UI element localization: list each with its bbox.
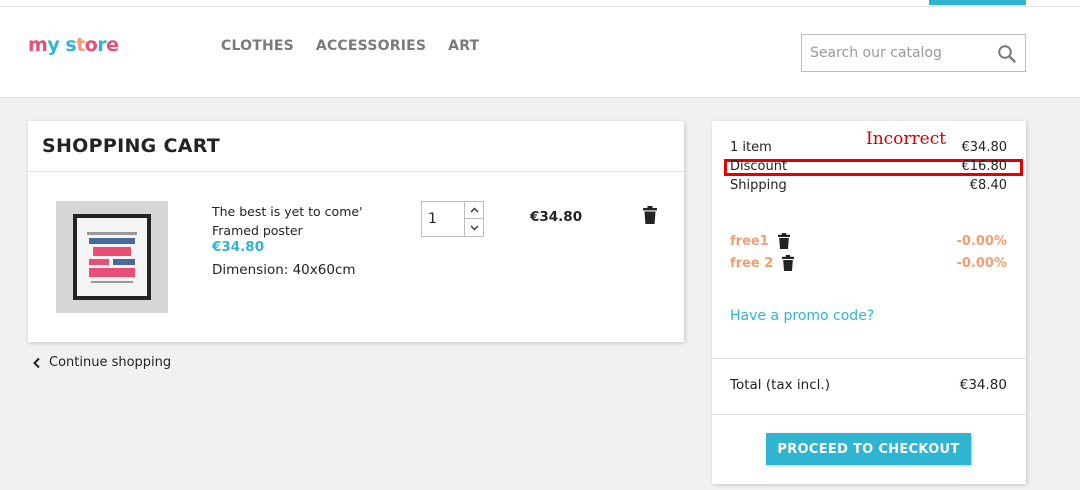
trash-icon[interactable]	[781, 255, 795, 271]
cart-title: SHOPPING CART	[42, 135, 221, 157]
trash-icon[interactable]	[777, 233, 791, 249]
shopping-cart-panel: SHOPPING CART The best is yet to come' F…	[28, 121, 684, 342]
divider	[712, 358, 1026, 359]
summary-discount-label: Discount	[730, 159, 788, 174]
header-accent-bar	[929, 0, 1026, 5]
proceed-to-checkout-button[interactable]: PROCEED TO CHECKOUT	[766, 433, 971, 465]
poster-thumbnail-icon	[73, 214, 151, 300]
nav-item-accessories[interactable]: ACCESSORIES	[316, 38, 426, 54]
promo-code-link[interactable]: Have a promo code?	[730, 308, 874, 324]
product-unit-price: €34.80	[212, 239, 265, 255]
voucher-value: -0.00%	[956, 233, 1008, 249]
summary-items-row: 1 item €34.80	[730, 140, 1007, 155]
header-topline	[0, 6, 1080, 7]
site-header: my store CLOTHES ACCESSORIES ART	[0, 0, 1080, 98]
summary-total-label: Total (tax incl.)	[730, 377, 830, 393]
summary-items-label: 1 item	[730, 140, 772, 155]
quantity-increase-button[interactable]	[464, 202, 484, 219]
product-image[interactable]	[56, 201, 168, 313]
continue-shopping-link[interactable]: Continue shopping	[32, 355, 171, 370]
nav-item-clothes[interactable]: CLOTHES	[221, 38, 294, 54]
search-box	[801, 34, 1026, 72]
summary-shipping-label: Shipping	[730, 178, 787, 193]
product-name[interactable]: The best is yet to come' Framed poster	[212, 202, 402, 240]
chevron-down-icon	[470, 225, 479, 230]
store-logo[interactable]: my store	[28, 34, 119, 56]
line-total: €34.80	[530, 209, 583, 225]
cart-summary-panel: Incorrect 1 item €34.80 Discount €16.80 …	[712, 121, 1026, 484]
continue-shopping-label: Continue shopping	[49, 355, 172, 370]
main-nav: CLOTHES ACCESSORIES ART	[221, 38, 501, 54]
summary-total-row: Total (tax incl.) €34.80	[730, 377, 1007, 393]
nav-item-art[interactable]: ART	[448, 38, 479, 54]
summary-shipping-value: €8.40	[969, 178, 1007, 193]
divider	[28, 171, 684, 172]
chevron-left-icon	[33, 357, 40, 368]
trash-icon[interactable]	[642, 206, 658, 224]
summary-discount-row: Discount €16.80	[730, 159, 1007, 174]
quantity-stepper	[421, 201, 484, 237]
search-input[interactable]	[810, 35, 990, 71]
voucher-name: free 2	[730, 255, 774, 271]
search-icon[interactable]	[997, 44, 1017, 64]
summary-items-value: €34.80	[961, 140, 1008, 155]
voucher-row: free 2 -0.00%	[730, 255, 1007, 271]
voucher-value: -0.00%	[956, 255, 1008, 271]
summary-discount-value: €16.80	[961, 159, 1008, 174]
chevron-up-icon	[470, 207, 479, 213]
quantity-decrease-button[interactable]	[464, 219, 484, 236]
quantity-input[interactable]	[428, 202, 458, 236]
product-dimension: Dimension: 40x60cm	[212, 262, 356, 278]
summary-total-value: €34.80	[959, 377, 1007, 393]
voucher-row: free1 -0.00%	[730, 233, 1007, 249]
divider	[712, 414, 1026, 415]
voucher-name: free1	[730, 233, 769, 249]
summary-shipping-row: Shipping €8.40	[730, 178, 1007, 193]
